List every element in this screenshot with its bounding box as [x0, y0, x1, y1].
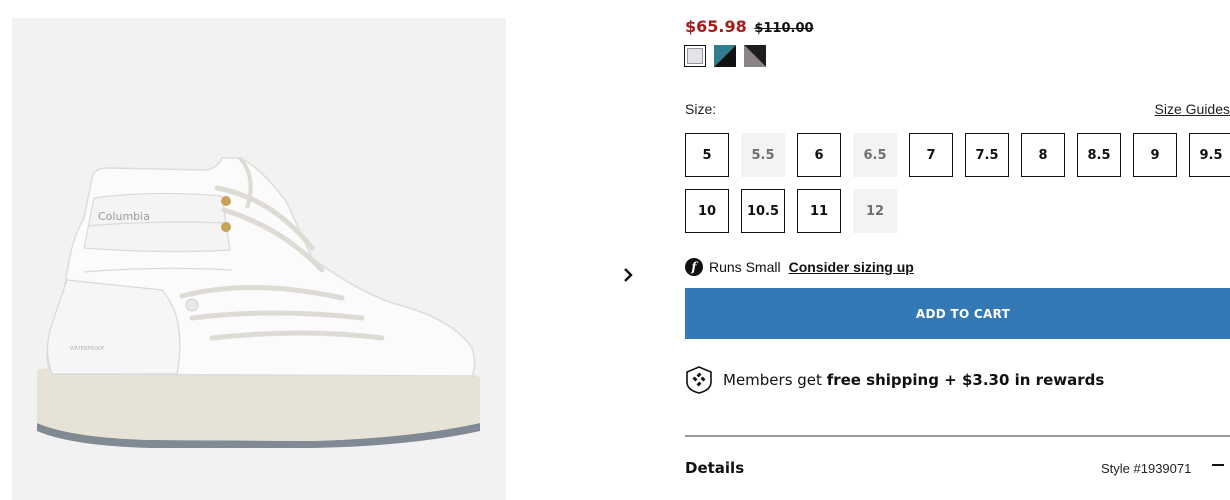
color-swatches	[684, 45, 766, 67]
add-to-cart-button[interactable]: ADD TO CART	[685, 288, 1230, 339]
size-option[interactable]: 8	[1021, 133, 1065, 177]
size-option[interactable]: 7	[909, 133, 953, 177]
fit-predictor-icon: f	[685, 258, 703, 276]
swatch-light-grey[interactable]	[684, 45, 706, 67]
chevron-right-icon	[624, 268, 633, 282]
product-image: Columbia WATERPROOF	[12, 18, 506, 500]
size-option[interactable]: 5	[685, 133, 729, 177]
size-option[interactable]: 9.5	[1189, 133, 1230, 177]
columbia-rewards-icon	[686, 366, 712, 394]
original-price: $110.00	[754, 21, 814, 36]
size-option[interactable]: 6	[797, 133, 841, 177]
price-row: $65.98 $110.00	[685, 17, 814, 36]
members-rewards-banner: Members get free shipping + $3.30 in rew…	[685, 366, 1104, 394]
waterproof-mark: WATERPROOF	[70, 346, 105, 352]
size-option[interactable]: 5.5	[741, 133, 785, 177]
size-option[interactable]: 9	[1133, 133, 1177, 177]
style-number: Style #1939071	[1101, 461, 1192, 476]
size-option[interactable]: 7.5	[965, 133, 1009, 177]
sale-price: $65.98	[685, 17, 747, 36]
size-option[interactable]: 12	[853, 189, 897, 233]
size-option[interactable]: 10	[685, 189, 729, 233]
size-label: Size:	[685, 101, 717, 117]
swatch-grey-black[interactable]	[744, 45, 766, 67]
size-guides-link[interactable]: Size Guides	[1155, 101, 1230, 117]
swatch-teal-black[interactable]	[714, 45, 736, 67]
section-divider	[685, 435, 1230, 437]
fit-text: Runs Small	[709, 259, 781, 275]
size-option[interactable]: 10.5	[741, 189, 785, 233]
boot-illustration: Columbia WATERPROOF	[37, 156, 480, 448]
minus-icon[interactable]	[1212, 464, 1224, 466]
next-image-button[interactable]	[617, 264, 639, 286]
size-option[interactable]: 11	[797, 189, 841, 233]
consider-sizing-link[interactable]: Consider sizing up	[789, 259, 914, 275]
details-heading[interactable]: Details	[685, 459, 744, 477]
fit-predictor: f Runs Small Consider sizing up	[685, 258, 914, 276]
members-text: Members get free shipping + $3.30 in rew…	[723, 371, 1105, 389]
size-option[interactable]: 6.5	[853, 133, 897, 177]
size-option[interactable]: 8.5	[1077, 133, 1121, 177]
brand-mark: Columbia	[98, 210, 150, 223]
